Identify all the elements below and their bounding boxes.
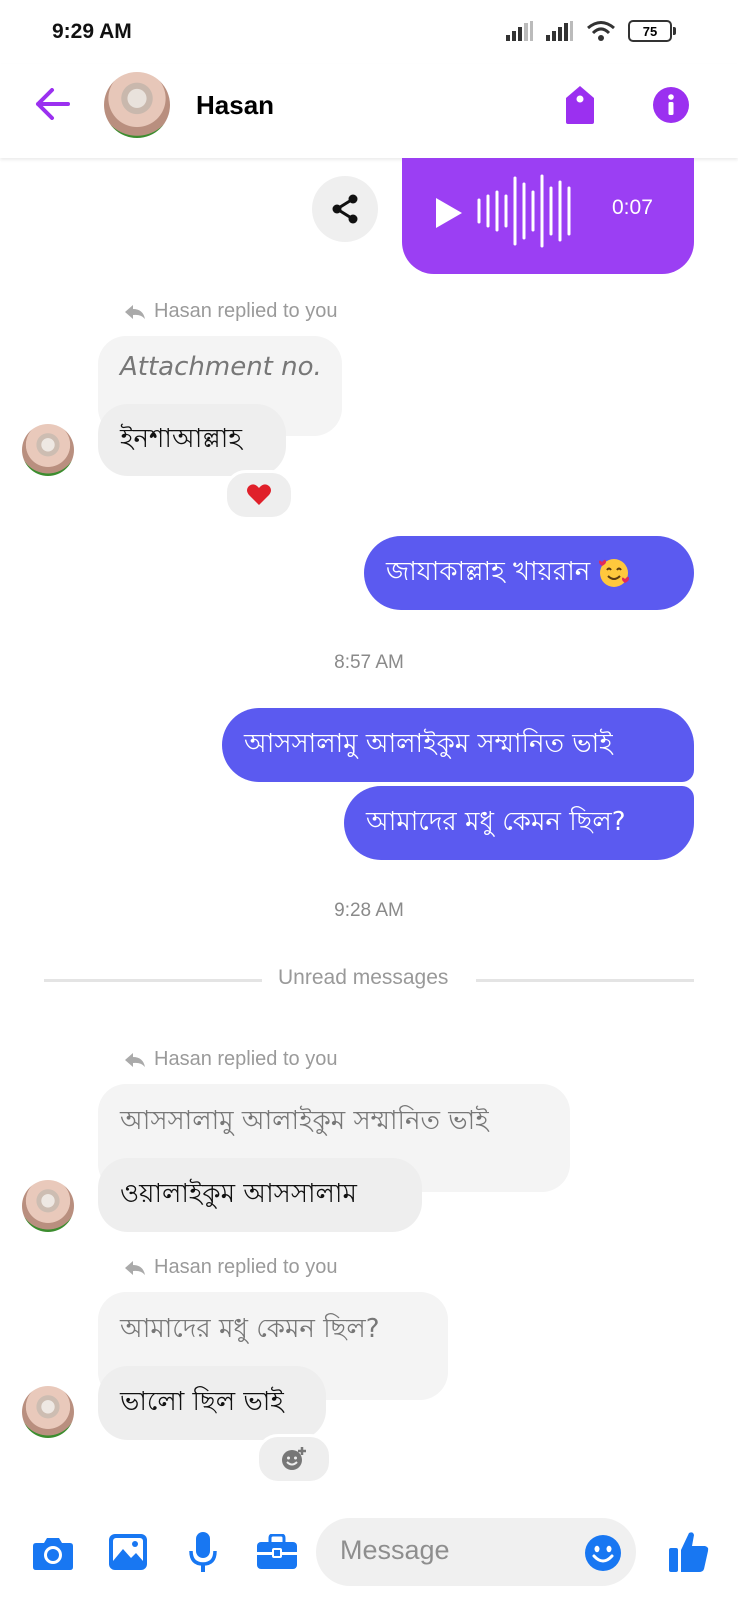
voice-message-bubble[interactable]: 0:07 [402,158,694,274]
contact-name[interactable]: Hasan [196,90,274,121]
unread-label: Unread messages [278,966,449,989]
sender-avatar[interactable] [22,1386,74,1438]
reply-indicator: Hasan replied to you [124,300,337,323]
smiling-hearts-emoji-icon [599,559,630,587]
message-placeholder: Message [340,1535,450,1565]
reply-indicator: Hasan replied to you [124,1048,337,1071]
battery-icon: 75 [628,20,676,42]
status-icons: 75 [506,20,676,42]
reply-icon [125,304,145,319]
like-thumbs-up-icon[interactable] [668,1530,710,1574]
incoming-message[interactable]: ইনশাআল্লাহ [98,404,286,476]
incoming-message[interactable]: ভালো ছিল ভাই [98,1366,326,1440]
signal-icon [506,21,533,41]
signal-icon-2 [546,21,573,41]
wifi-icon [587,21,615,41]
briefcase-icon[interactable] [256,1534,298,1570]
share-button[interactable] [312,176,378,242]
share-icon [332,194,358,224]
camera-icon[interactable] [32,1535,74,1571]
reply-label: Hasan replied to you [154,300,338,322]
timestamp: 9:28 AM [334,900,404,921]
add-reaction-icon [282,1447,306,1470]
tag-icon[interactable] [564,84,596,126]
outgoing-message[interactable]: জাযাকাল্লাহ খায়রান [364,536,694,610]
play-icon[interactable] [434,196,464,230]
status-time: 9:29 AM [52,20,132,43]
heart-icon [247,484,271,505]
reaction-badge[interactable] [224,470,294,520]
add-reaction-button[interactable] [256,1434,332,1484]
reply-label: Hasan replied to you [154,1048,338,1070]
outgoing-message[interactable]: আমাদের মধু কেমন ছিল? [344,786,694,860]
waveform [477,174,571,248]
reply-label: Hasan replied to you [154,1256,338,1278]
emoji-icon[interactable] [584,1534,622,1572]
info-icon[interactable] [652,86,690,124]
timestamp: 8:57 AM [334,652,404,673]
microphone-icon[interactable] [188,1531,218,1575]
sender-avatar[interactable] [22,424,74,476]
gallery-icon[interactable] [108,1533,148,1571]
voice-duration: 0:07 [612,196,653,219]
outgoing-message[interactable]: আসসালামু আলাইকুম সম্মানিত ভাই [222,708,694,782]
divider-line [44,979,262,982]
back-arrow-icon[interactable] [34,88,70,120]
reply-indicator: Hasan replied to you [124,1256,337,1279]
reply-icon [125,1260,145,1275]
contact-avatar[interactable] [104,72,170,138]
reply-icon [125,1052,145,1067]
incoming-message[interactable]: ওয়ালাইকুম আসসালাম [98,1158,422,1232]
divider-line [476,979,694,982]
message-text: জাযাকাল্লাহ খায়রান [386,557,591,587]
sender-avatar[interactable] [22,1180,74,1232]
